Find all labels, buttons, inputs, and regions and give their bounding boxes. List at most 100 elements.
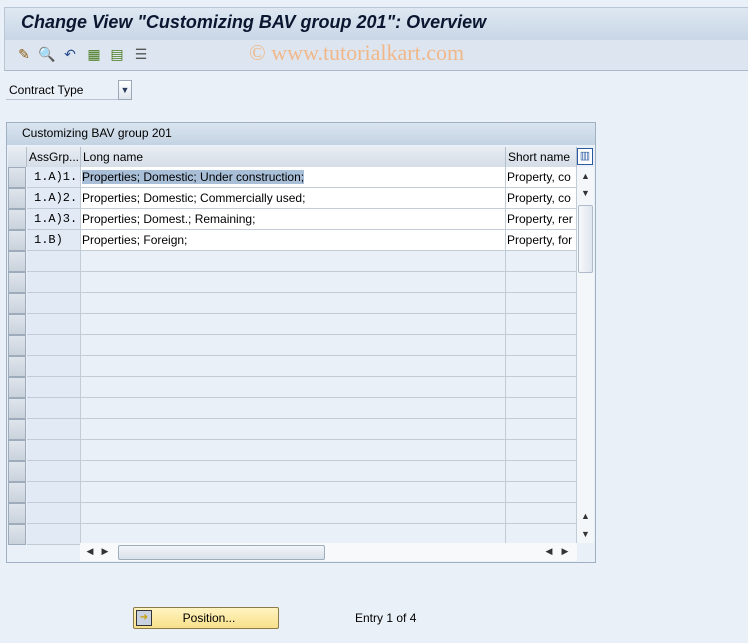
cell-long-name xyxy=(81,461,506,482)
vertical-scrollbar[interactable]: ▲ ▼ ▲ ▼ xyxy=(577,167,594,543)
cell-assgrp xyxy=(27,251,81,272)
cell-long-name[interactable]: Properties; Domestic; Commercially used; xyxy=(81,188,506,209)
row-selector[interactable] xyxy=(8,230,26,251)
row-selector[interactable] xyxy=(8,272,26,293)
row-selector[interactable] xyxy=(8,524,26,545)
cell-short-name xyxy=(506,314,577,335)
contract-type-field[interactable]: Contract Type xyxy=(6,81,118,100)
cell-short-name[interactable]: Property, co xyxy=(506,188,577,209)
cell-short-name xyxy=(506,293,577,314)
cell-assgrp xyxy=(27,356,81,377)
scroll-up-icon[interactable]: ▲ xyxy=(577,507,594,524)
cell-assgrp[interactable]: 1.A)2. xyxy=(27,188,81,209)
row-selector[interactable] xyxy=(8,209,26,230)
cell-short-name xyxy=(506,251,577,272)
table-row xyxy=(8,503,577,524)
cell-assgrp xyxy=(27,377,81,398)
vertical-scroll-thumb[interactable] xyxy=(578,205,593,273)
row-selector[interactable] xyxy=(8,356,26,377)
scroll-down-icon[interactable]: ▼ xyxy=(577,525,594,542)
cell-assgrp xyxy=(27,314,81,335)
cell-assgrp[interactable]: 1.A)3. xyxy=(27,209,81,230)
pencil-glasses-icon[interactable]: ✎ xyxy=(15,45,33,63)
table-control: Customizing BAV group 201 AssGrp... Long… xyxy=(6,122,596,563)
deselect-all-icon[interactable]: ☰ xyxy=(132,45,150,63)
chevron-down-icon[interactable]: ▼ xyxy=(118,80,132,100)
cell-long-name[interactable]: Properties; Foreign; xyxy=(81,230,506,251)
cell-assgrp xyxy=(27,419,81,440)
table-row: 1.A)3. Properties; Domest.; Remaining; P… xyxy=(8,209,577,230)
cell-short-name xyxy=(506,272,577,293)
position-button[interactable]: ➜ Position... xyxy=(133,607,279,629)
cell-long-name xyxy=(81,503,506,524)
column-header-assgrp[interactable]: AssGrp... xyxy=(27,147,81,167)
column-header-long-name[interactable]: Long name xyxy=(81,147,506,167)
cell-long-name xyxy=(81,482,506,503)
table-row xyxy=(8,251,577,272)
row-selector[interactable] xyxy=(8,167,26,188)
row-selector[interactable] xyxy=(8,188,26,209)
table-row xyxy=(8,482,577,503)
select-all-icon[interactable]: ▦ xyxy=(85,45,103,63)
cell-short-name[interactable]: Property, co xyxy=(506,167,577,188)
position-button-label: Position... xyxy=(182,611,236,625)
cell-long-name xyxy=(81,419,506,440)
cell-assgrp xyxy=(27,272,81,293)
row-selector[interactable] xyxy=(8,503,26,524)
select-block-icon[interactable]: ▤ xyxy=(108,45,126,63)
cell-short-name[interactable]: Property, for xyxy=(506,230,577,251)
table-row xyxy=(8,293,577,314)
row-selector[interactable] xyxy=(8,377,26,398)
cell-short-name xyxy=(506,440,577,461)
row-selector[interactable] xyxy=(8,314,26,335)
table-row xyxy=(8,440,577,461)
undo-icon[interactable]: ↶ xyxy=(61,45,79,63)
cell-assgrp xyxy=(27,440,81,461)
cell-short-name xyxy=(506,419,577,440)
row-selector[interactable] xyxy=(8,482,26,503)
column-header-short-name[interactable]: Short name xyxy=(506,147,577,167)
cell-short-name[interactable]: Property, rer xyxy=(506,209,577,230)
cell-long-name[interactable]: Properties; Domest.; Remaining; xyxy=(81,209,506,230)
long-name-text: Properties; Foreign; xyxy=(82,233,188,247)
cell-long-name xyxy=(81,335,506,356)
table-row xyxy=(8,524,577,545)
cell-long-name xyxy=(81,272,506,293)
scroll-down-icon[interactable]: ▼ xyxy=(577,184,594,201)
entry-counter: Entry 1 of 4 xyxy=(355,611,417,625)
column-settings-icon[interactable]: ▥ xyxy=(577,148,593,165)
table-row xyxy=(8,398,577,419)
table-row xyxy=(8,377,577,398)
display-icon[interactable]: 🔍 xyxy=(38,45,56,63)
long-name-text: Properties; Domest.; Remaining; xyxy=(82,212,256,226)
application-toolbar: ✎ 🔍 ↶ ▦ ▤ ☰ © www.tutorialkart.com xyxy=(4,40,748,71)
horizontal-scroll-thumb[interactable] xyxy=(118,545,325,560)
scroll-up-icon[interactable]: ▲ xyxy=(577,167,594,184)
row-selector[interactable] xyxy=(8,335,26,356)
table-row: 1.A)1. Properties; Domestic; Under const… xyxy=(8,167,577,188)
cell-short-name xyxy=(506,335,577,356)
row-selector[interactable] xyxy=(8,293,26,314)
row-selector[interactable] xyxy=(8,440,26,461)
horizontal-scrollbar[interactable]: ◀ ▶ ◀ ▶ xyxy=(80,543,577,561)
table-row xyxy=(8,272,577,293)
cell-assgrp[interactable]: 1.A)1. xyxy=(27,167,81,188)
row-selector[interactable] xyxy=(8,419,26,440)
long-name-text: Properties; Domestic; Commercially used; xyxy=(82,191,306,205)
cell-long-name xyxy=(81,356,506,377)
row-selector[interactable] xyxy=(8,398,26,419)
table-row xyxy=(8,314,577,335)
row-selector[interactable] xyxy=(8,461,26,482)
select-all-header[interactable] xyxy=(8,147,27,167)
cell-long-name[interactable]: Properties; Domestic; Under construction… xyxy=(81,167,506,188)
table-row xyxy=(8,461,577,482)
scroll-left-icon[interactable]: ◀ xyxy=(83,543,97,560)
scroll-right-icon[interactable]: ▶ xyxy=(98,543,112,560)
watermark: © www.tutorialkart.com xyxy=(249,40,465,65)
scroll-left-icon[interactable]: ◀ xyxy=(542,543,556,560)
table-title: Customizing BAV group 201 xyxy=(7,123,595,145)
row-selector[interactable] xyxy=(8,251,26,272)
scroll-right-icon[interactable]: ▶ xyxy=(558,543,572,560)
table-row xyxy=(8,335,577,356)
cell-assgrp[interactable]: 1.B) xyxy=(27,230,81,251)
